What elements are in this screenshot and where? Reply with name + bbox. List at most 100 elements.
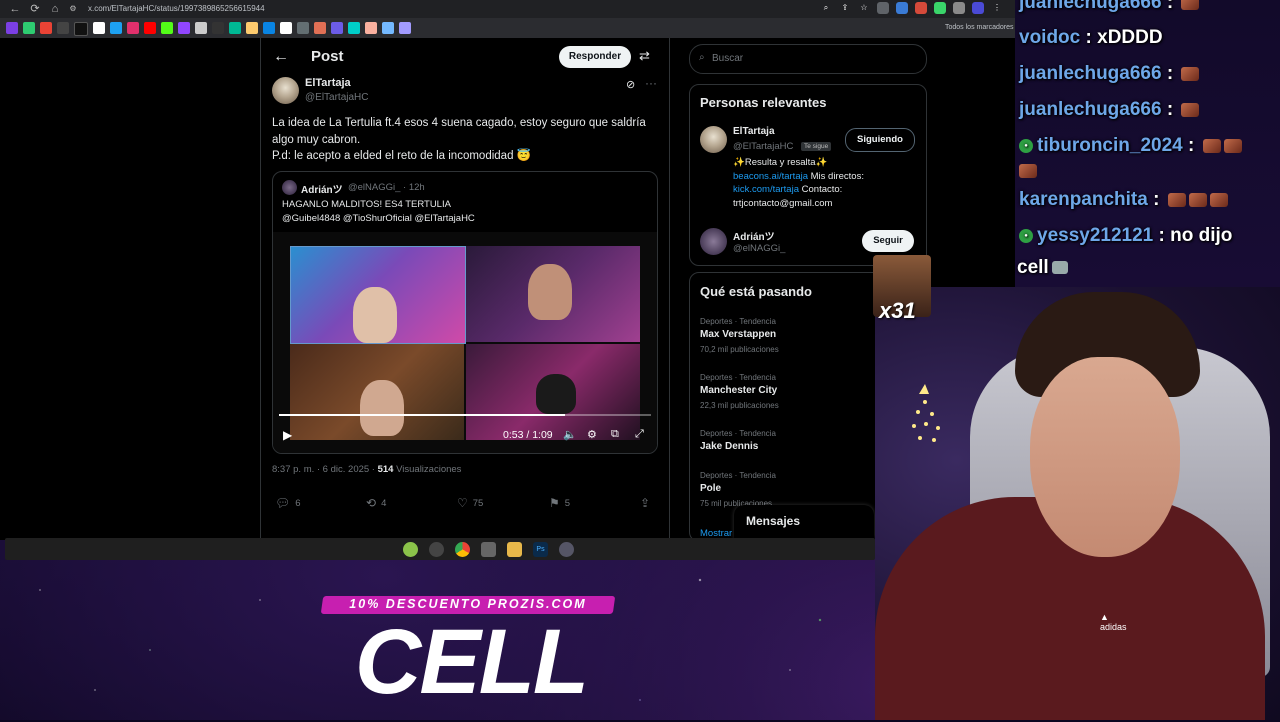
address-bar[interactable]: x.com/ElTartajaHC/status/199738986525661… [88, 2, 808, 16]
extension-icon[interactable] [953, 2, 965, 14]
author-handle[interactable]: @ElTartajaHC [305, 92, 369, 103]
post-column: ← Post Responder ⇄ ElTartaja @ElTartajaH… [260, 38, 670, 538]
bookmark-icon[interactable] [314, 22, 326, 34]
trend-category: Deportes · Tendencia [700, 471, 776, 480]
chrome-icon[interactable] [455, 542, 470, 557]
trend-name[interactable]: Max Verstappen [700, 329, 776, 340]
play-icon[interactable]: ▶ [283, 428, 292, 442]
grok-icon[interactable]: ⊘ [626, 78, 635, 91]
video-progress-bar[interactable] [279, 414, 651, 416]
bookmark-icon[interactable] [263, 22, 275, 34]
extension-icon[interactable] [896, 2, 908, 14]
search-input[interactable]: ⌕ Buscar [689, 44, 927, 74]
person-handle[interactable]: @elNAGGi_ [733, 243, 785, 254]
video-player[interactable]: ▶ 0:53 / 1:09 🔈 ⚙ ⧉ ⤢ [273, 232, 657, 453]
relevant-people-panel: Personas relevantes ElTartaja @ElTartaja… [689, 84, 927, 266]
person-name[interactable]: Adriánツ [733, 228, 775, 243]
streamer-figure [353, 287, 397, 343]
like-action[interactable]: ♡ 75 [457, 496, 483, 510]
bookmark-icon[interactable] [246, 22, 258, 34]
bookmark-icon[interactable] [127, 22, 139, 34]
back-arrow-icon[interactable]: ← [8, 2, 22, 16]
bookmark-icon[interactable] [144, 22, 156, 34]
bookmark-icon[interactable] [297, 22, 309, 34]
folder-icon[interactable] [507, 542, 522, 557]
share-action[interactable]: ⇪ [640, 496, 650, 510]
avatar[interactable] [272, 77, 299, 104]
bookmark-star-icon[interactable]: ☆ [858, 2, 870, 14]
home-icon[interactable]: ⌂ [48, 2, 62, 16]
bookmark-icon[interactable] [229, 22, 241, 34]
bookmark-icon[interactable] [280, 22, 292, 34]
trend-name[interactable]: Jake Dennis [700, 441, 758, 452]
gear-icon[interactable]: ⚙ [587, 428, 597, 441]
badge-icon: ● [1019, 228, 1033, 243]
app-icon[interactable] [429, 542, 444, 557]
bookmark-icon[interactable] [161, 22, 173, 34]
bookmark-action[interactable]: ⚑ 5 [549, 496, 570, 510]
more-options-icon[interactable]: ··· [645, 76, 657, 90]
repost-action[interactable]: ⟲ 4 [366, 496, 386, 510]
bookmark-icon[interactable] [195, 22, 207, 34]
reply-button[interactable]: Responder [559, 46, 631, 68]
bookmark-icon[interactable] [40, 22, 52, 34]
person-name[interactable]: ElTartaja [733, 126, 775, 137]
back-arrow-icon[interactable]: ← [273, 48, 289, 66]
person-handle[interactable]: @ElTartajaHC [733, 141, 793, 152]
quoted-author-name[interactable]: Adriánツ [301, 181, 343, 196]
bookmark-icon[interactable] [399, 22, 411, 34]
app-icon[interactable] [559, 542, 574, 557]
reply-action[interactable]: 💬︎ 6 [275, 496, 301, 510]
all-bookmarks-label[interactable]: Todos los marcadores [945, 22, 1013, 34]
post-meta: 8:37 p. m. · 6 dic. 2025 · 514 Visualiza… [272, 464, 461, 475]
extension-icon[interactable] [915, 2, 927, 14]
reload-icon[interactable]: ⟳ [28, 2, 42, 16]
quoted-tweet[interactable]: Adriánツ @elNAGGi_ · 12h HAGANLO MALDITOS… [272, 171, 658, 454]
bookmark-icon[interactable] [348, 22, 360, 34]
trend-count: 70,2 mil publicaciones [700, 345, 779, 354]
avatar[interactable] [700, 228, 727, 255]
app-icon[interactable] [403, 542, 418, 557]
trend-name[interactable]: Manchester City [700, 385, 777, 396]
pip-icon[interactable]: ⧉ [611, 428, 619, 441]
fullscreen-icon[interactable]: ⤢ [635, 428, 644, 441]
profile-icon[interactable] [972, 2, 984, 14]
photoshop-icon[interactable]: Ps [533, 542, 548, 557]
app-icon[interactable] [481, 542, 496, 557]
messages-label: Mensajes [746, 514, 801, 528]
bookmark-icon[interactable] [331, 22, 343, 34]
messages-drawer[interactable]: Mensajes [734, 505, 874, 538]
avatar[interactable] [700, 126, 727, 153]
bookmark-icon[interactable] [23, 22, 35, 34]
bookmark-icon[interactable] [382, 22, 394, 34]
quoted-author-handle[interactable]: @elNAGGi_ · 12h [348, 182, 425, 193]
avatar[interactable] [282, 180, 297, 195]
chat-message: juanlechuga666 : [1019, 0, 1200, 14]
site-info-icon[interactable]: ⚙ [66, 2, 80, 16]
share-icon[interactable]: ⇪ [839, 2, 851, 14]
bookmark-icon[interactable] [178, 22, 190, 34]
video-quadrant [466, 344, 640, 440]
bio-link[interactable]: kick.com/tartaja [733, 184, 799, 195]
trend-name[interactable]: Pole [700, 483, 721, 494]
bookmark-icon[interactable] [212, 22, 224, 34]
like-count: 75 [472, 497, 484, 509]
bookmark-icon[interactable] [74, 22, 88, 36]
bookmark-icon[interactable] [365, 22, 377, 34]
follow-button[interactable]: Seguir [862, 230, 914, 252]
settings-sliders-icon[interactable]: ⇄ [639, 48, 650, 64]
author-name[interactable]: ElTartaja [305, 77, 351, 89]
extension-icon[interactable] [934, 2, 946, 14]
heart-icon: ♡ [457, 496, 468, 510]
menu-icon[interactable]: ⋮ [991, 2, 1003, 14]
bookmark-icon[interactable] [57, 22, 69, 34]
following-button[interactable]: Siguiendo [845, 128, 915, 152]
bookmark-icon[interactable] [110, 22, 122, 34]
bookmark-icon[interactable] [6, 22, 18, 34]
volume-icon[interactable]: 🔈 [563, 428, 577, 441]
extension-icon[interactable] [877, 2, 889, 14]
bio-link[interactable]: beacons.ai/tartaja [733, 171, 808, 182]
bookmark-icon[interactable] [93, 22, 105, 34]
zoom-icon[interactable]: ⌕ [820, 2, 832, 14]
post-timestamp[interactable]: 8:37 p. m. · 6 dic. 2025 · [272, 464, 378, 475]
